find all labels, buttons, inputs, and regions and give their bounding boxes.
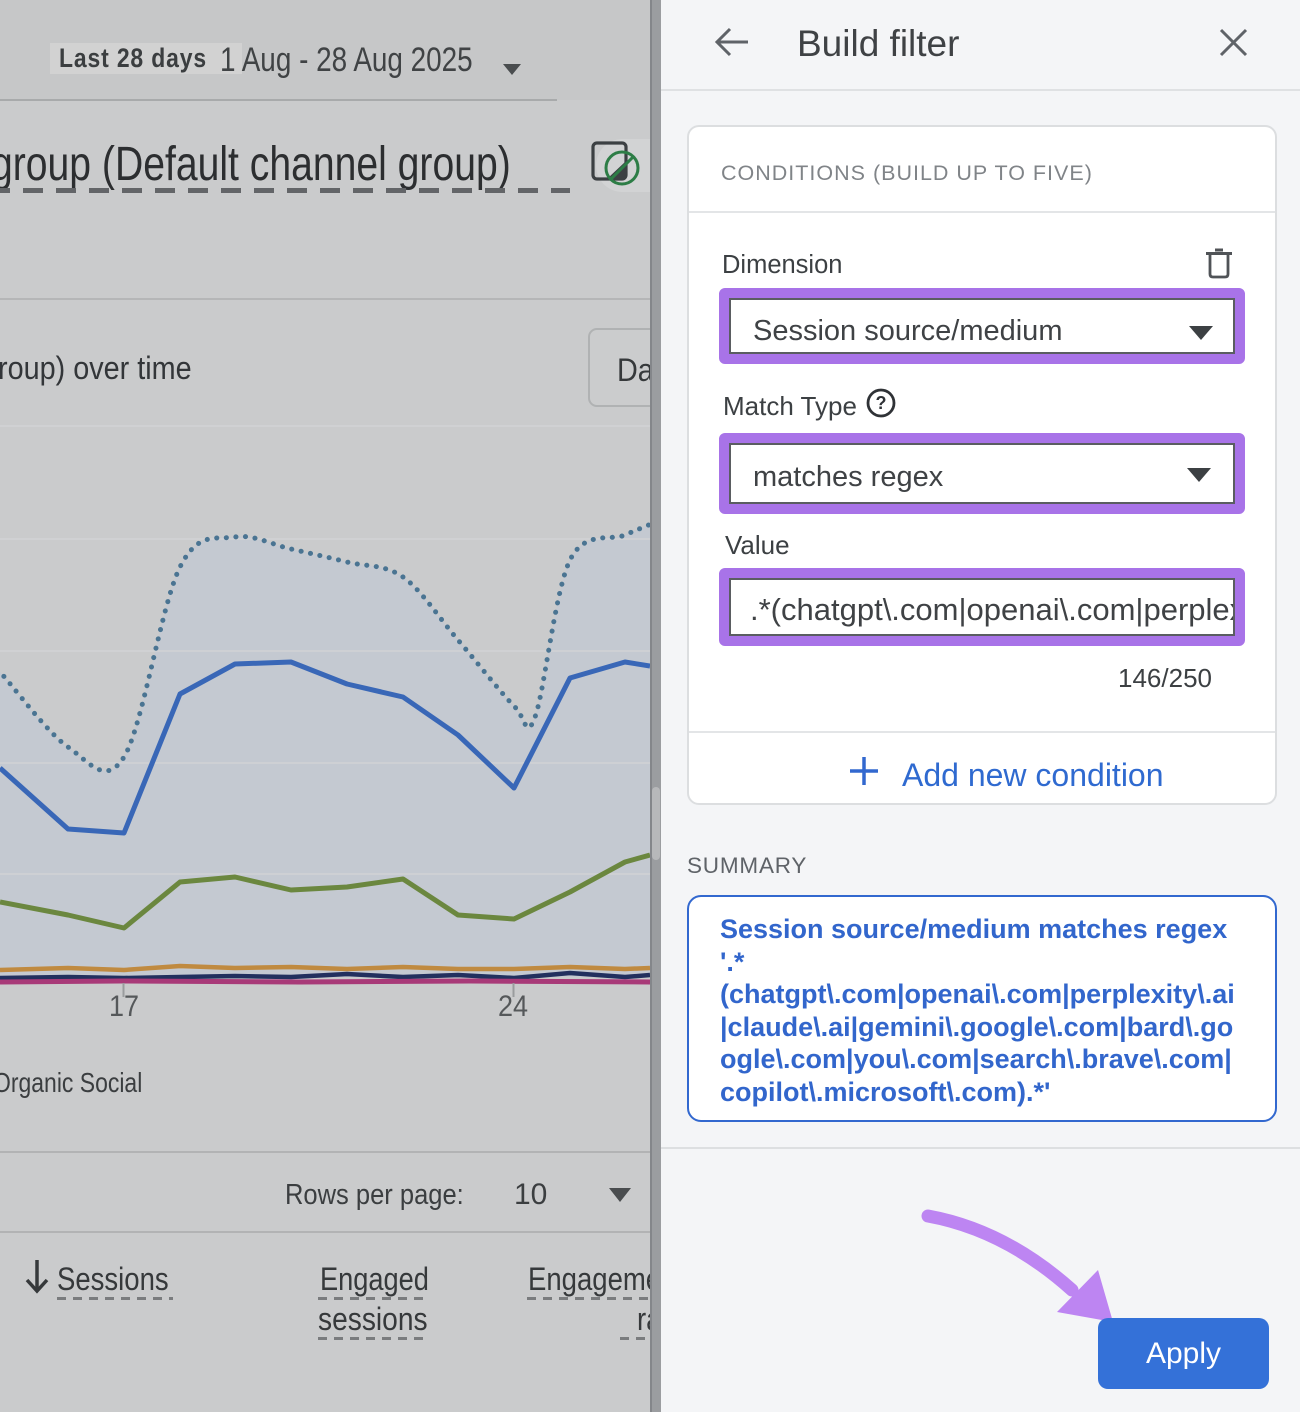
svg-text:?: ? (876, 393, 887, 413)
